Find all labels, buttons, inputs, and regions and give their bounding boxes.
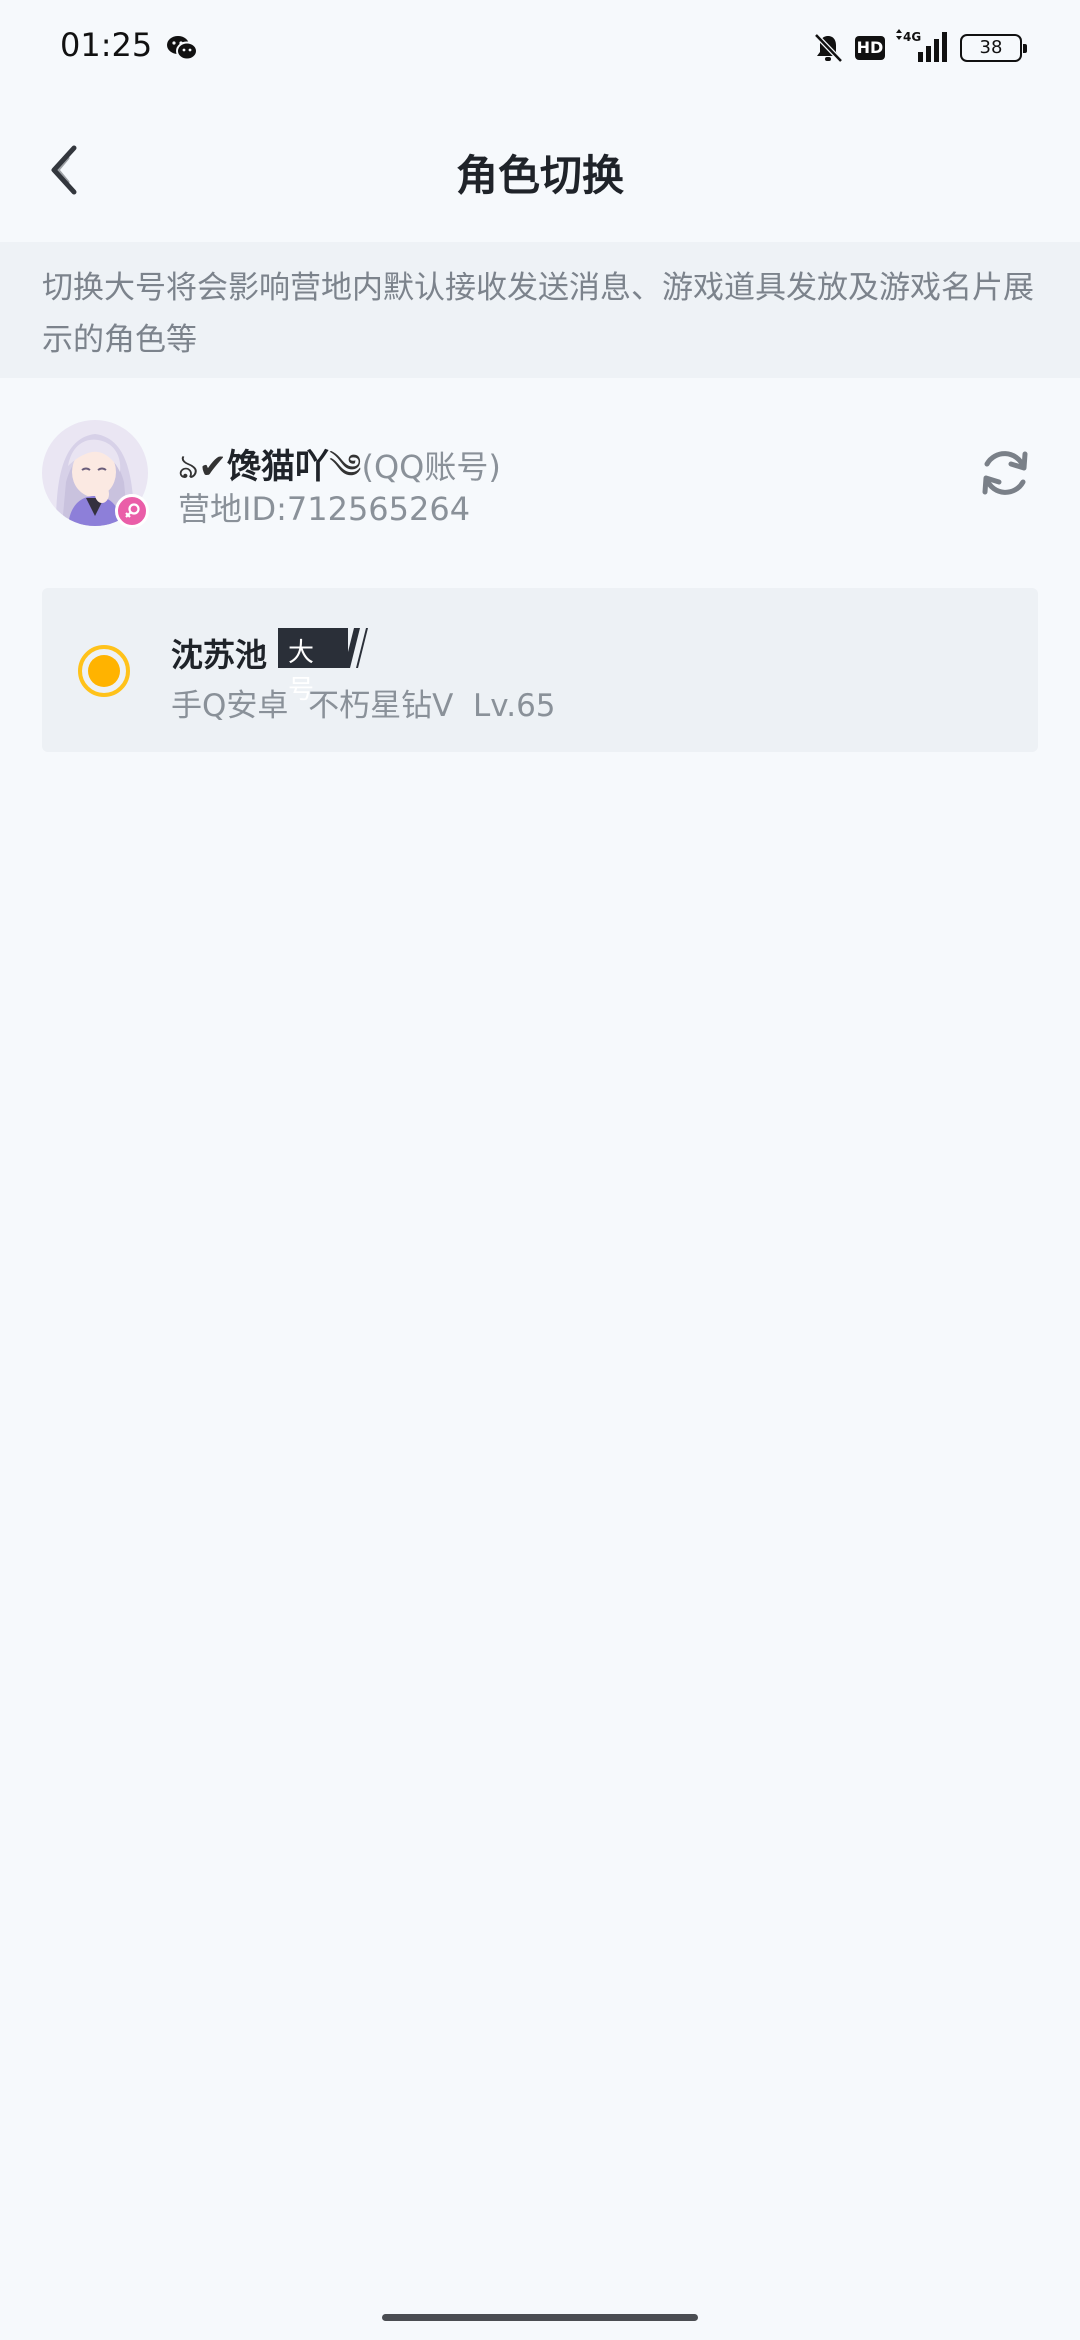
name-prefix-decoration: ঌ✔ (178, 447, 227, 487)
mute-bell-icon (814, 33, 843, 63)
home-indicator[interactable] (382, 2314, 698, 2321)
name-suffix-decoration: ༄ (328, 447, 362, 487)
account-type: (QQ账号) (361, 448, 501, 486)
battery-icon: 38 (960, 34, 1027, 62)
page-title: 角色切换 (455, 151, 624, 200)
role-info: 手Q安卓 不朽星钻V Lv.65 (171, 688, 556, 724)
signal-icon: 4G (896, 29, 947, 62)
wechat-icon (167, 36, 198, 61)
camp-id: 营地ID:712565264 (178, 490, 471, 528)
refresh-icon (982, 451, 1028, 495)
female-icon (115, 494, 149, 528)
notice-banner: 切换大号将会影响营地内默认接收发送消息、游戏道具发放及游戏名片展示的角色等 (0, 242, 1080, 378)
account-nickname: 馋猫吖 (226, 447, 329, 487)
hd-icon: HD (855, 36, 885, 60)
role-name: 沈苏池 (171, 636, 268, 674)
role-item[interactable]: 沈苏池 大号 手Q安卓 不朽星钻V Lv.65 (42, 588, 1038, 752)
status-bar: 01:25 HD 4G 38 (0, 0, 1080, 96)
notice-text: 切换大号将会影响营地内默认接收发送消息、游戏道具发放及游戏名片展示的角色等 (42, 270, 1034, 358)
network-type: 4G (903, 30, 921, 44)
status-time: 01:25 (60, 26, 153, 64)
role-radio-selected[interactable] (78, 645, 130, 697)
refresh-button[interactable] (976, 444, 1034, 502)
